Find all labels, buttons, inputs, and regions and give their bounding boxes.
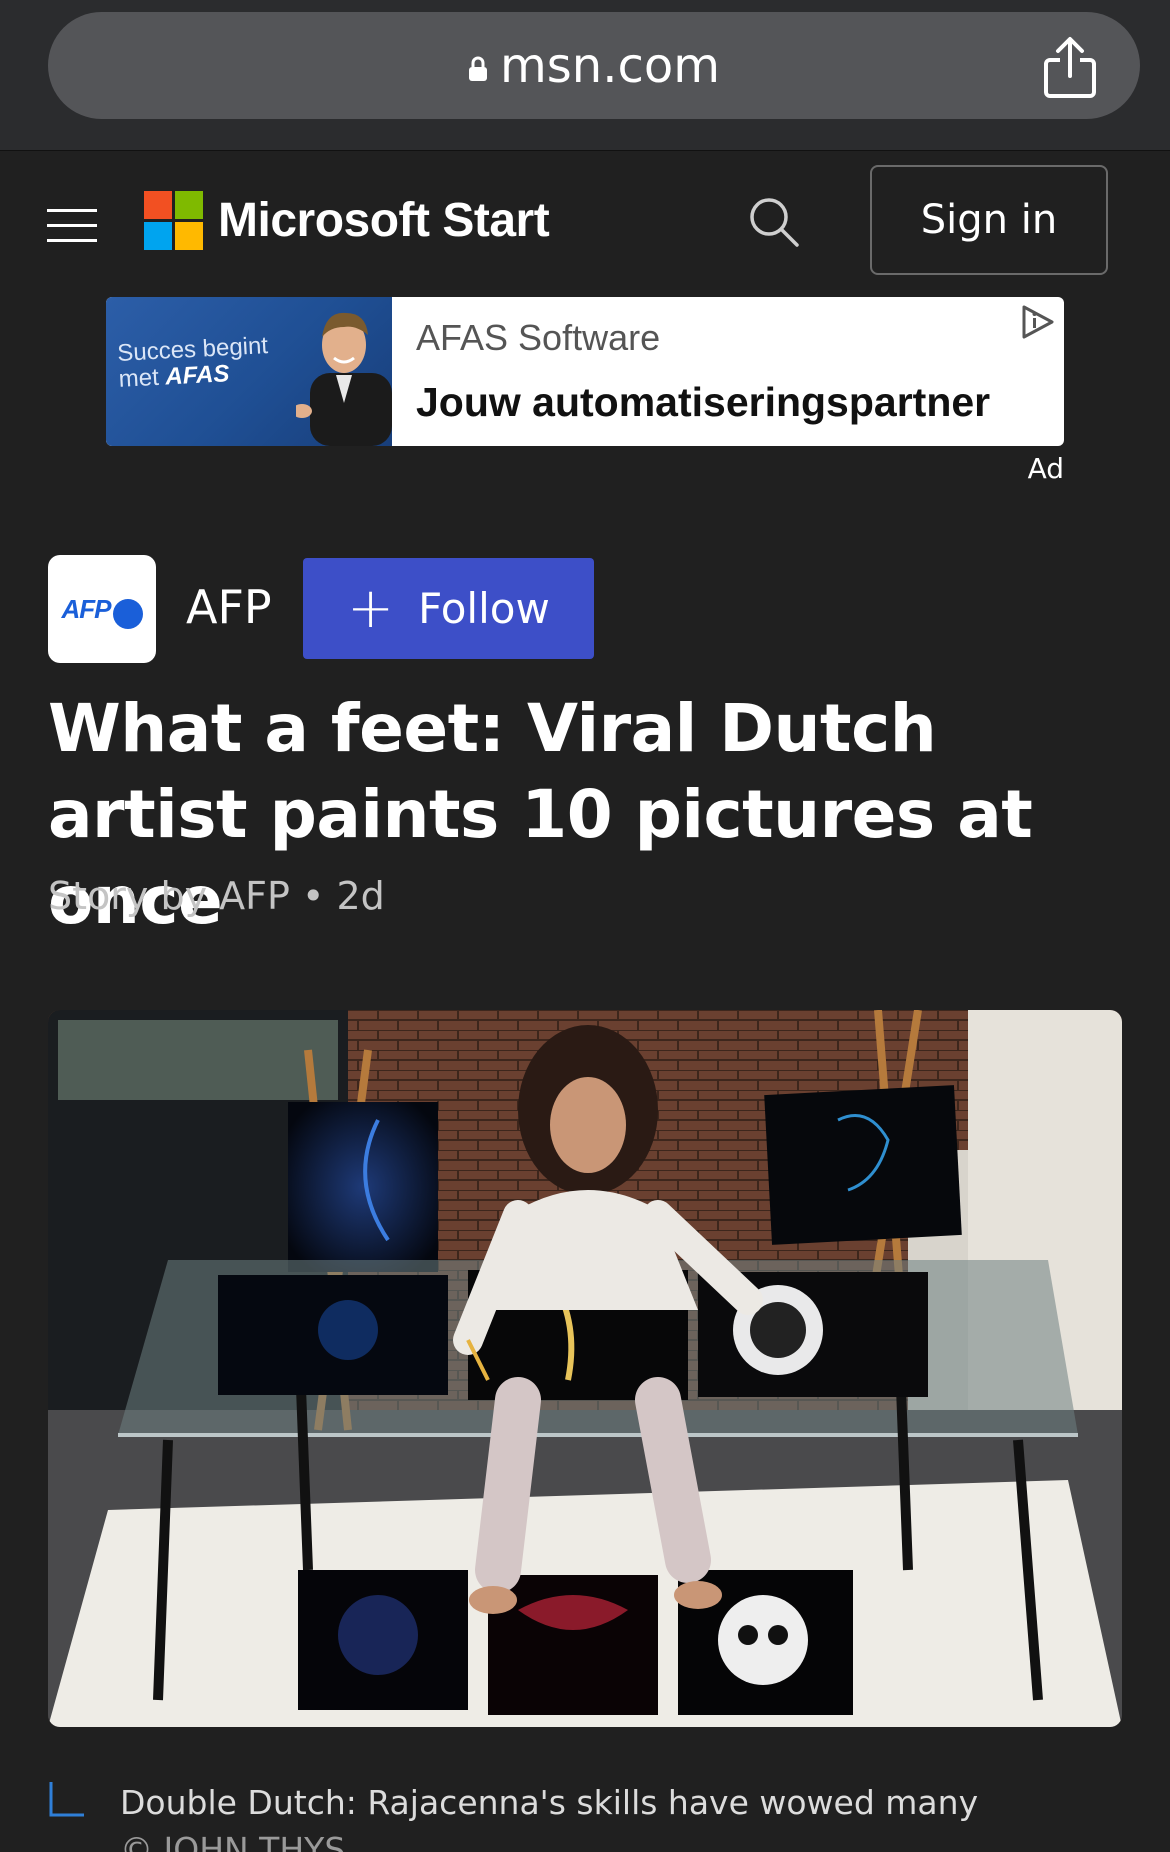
image-caption: Double Dutch: Rajacenna's skills have wo… xyxy=(120,1783,979,1822)
microsoft-logo-icon[interactable] xyxy=(144,191,204,251)
adchoices-icon[interactable] xyxy=(1018,303,1056,341)
ad-image-text: Succes begint met AFAS xyxy=(116,332,269,393)
article-byline: Story by AFP • 2d xyxy=(48,874,385,918)
plus-icon: + xyxy=(347,575,395,641)
publisher-logo-text: AFP xyxy=(61,593,112,624)
search-icon[interactable] xyxy=(748,196,800,248)
ad-label: Ad xyxy=(1027,452,1064,485)
sign-in-button[interactable]: Sign in xyxy=(870,165,1108,275)
url-text: msn.com xyxy=(500,37,720,94)
hero-illustration xyxy=(48,1010,1122,1727)
site-header: Microsoft Start Sign in xyxy=(0,151,1170,296)
menu-icon[interactable] xyxy=(47,209,97,245)
address-bar-content: msn.com xyxy=(48,12,1140,119)
caption-bracket-icon xyxy=(49,1782,84,1817)
browser-toolbar: msn.com xyxy=(0,0,1170,151)
publisher-name[interactable]: AFP xyxy=(186,580,272,634)
brand-title[interactable]: Microsoft Start xyxy=(218,189,550,253)
article-hero-image[interactable] xyxy=(48,1010,1122,1727)
share-icon[interactable] xyxy=(1040,36,1100,100)
lock-icon xyxy=(469,56,488,81)
ad-banner[interactable]: Succes begint met AFAS AFAS Software Jou… xyxy=(106,297,1064,446)
follow-button[interactable]: + Follow xyxy=(303,558,594,659)
publisher-logo-dot-icon xyxy=(112,599,143,629)
publisher-logo[interactable]: AFP xyxy=(48,555,156,663)
ad-advertiser: AFAS Software xyxy=(416,317,661,358)
follow-label: Follow xyxy=(418,584,550,633)
image-credit: © JOHN THYS xyxy=(120,1830,346,1852)
ad-person-image xyxy=(296,312,392,446)
ad-image: Succes begint met AFAS xyxy=(106,297,392,446)
address-bar[interactable]: msn.com xyxy=(48,12,1140,119)
ad-headline: Jouw automatiseringspartner xyxy=(416,379,991,425)
